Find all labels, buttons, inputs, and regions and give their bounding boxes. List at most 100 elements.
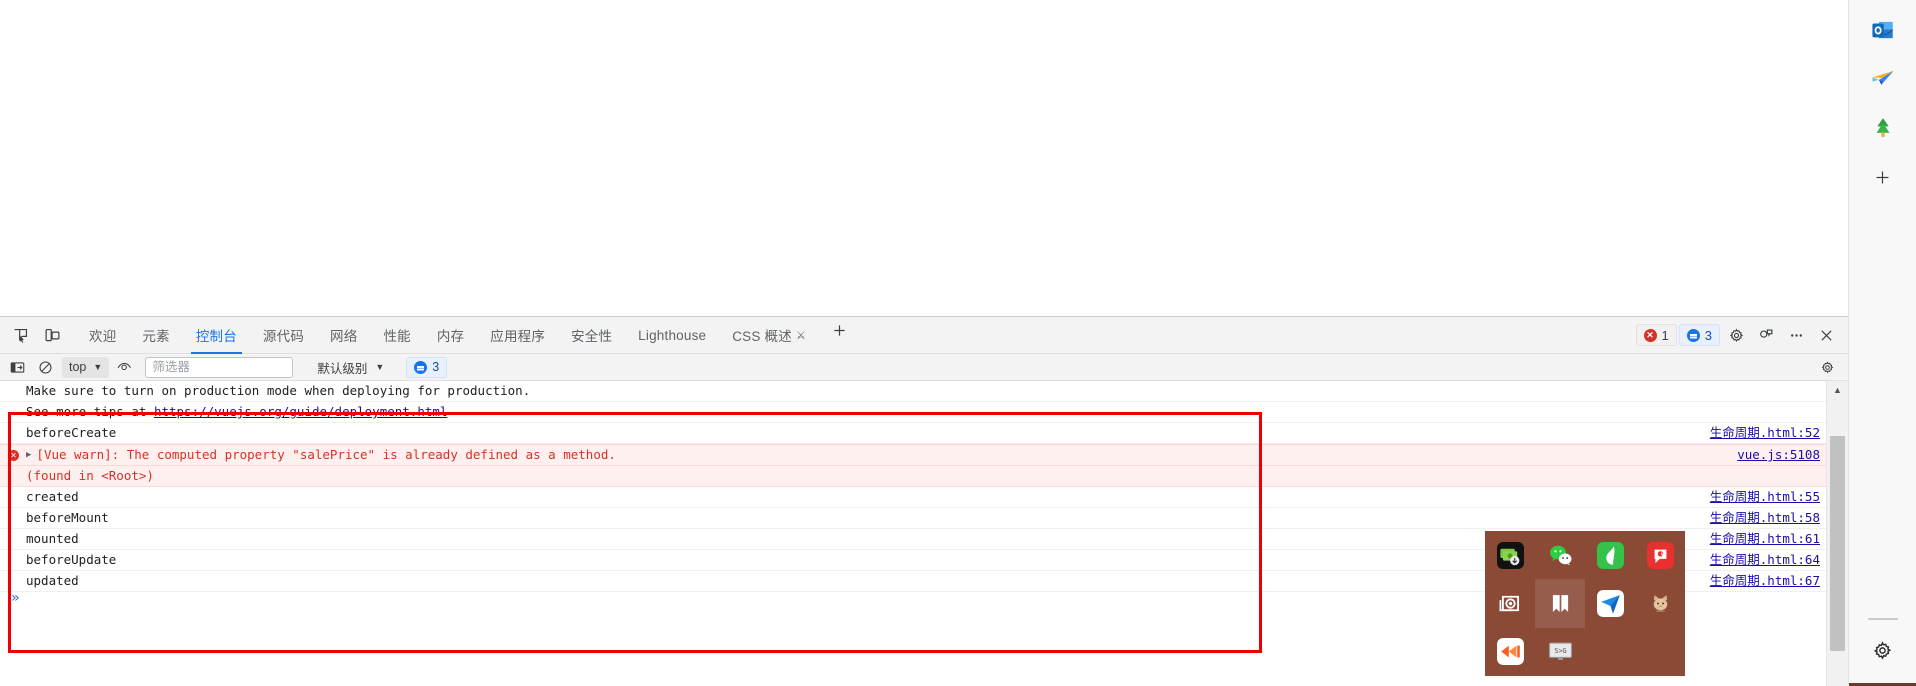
execution-context-value: top — [69, 360, 87, 374]
execution-context-select[interactable]: top ▼ — [62, 356, 110, 378]
log-source-link[interactable]: 生命周期.html:55 — [1710, 487, 1820, 507]
camera-icon — [1499, 595, 1519, 612]
dock-app-red-chat[interactable] — [1635, 531, 1685, 579]
log-row[interactable]: Make sure to turn on production mode whe… — [0, 381, 1826, 402]
sidebar-item-add[interactable] — [1863, 157, 1903, 197]
console-sidebar-icon[interactable] — [4, 356, 30, 378]
page-viewport — [0, 0, 1848, 316]
log-source-link[interactable]: vue.js:5108 — [1737, 445, 1820, 465]
scrollbar-thumb[interactable] — [1830, 436, 1845, 651]
log-message: beforeCreate — [26, 425, 117, 440]
console-toolbar: top ▼ 默认级别 ▼ 3 — [0, 354, 1848, 381]
dock-app-money-download[interactable] — [1485, 531, 1535, 579]
dock-app-bookmark[interactable] — [1535, 579, 1585, 628]
close-icon[interactable] — [1812, 321, 1840, 349]
log-row-warning[interactable]: ✕ ▶ [Vue warn]: The computed property "sa… — [0, 444, 1826, 466]
log-source-link[interactable]: 生命周期.html:58 — [1710, 508, 1820, 528]
tab-console[interactable]: 控制台 — [183, 317, 250, 354]
add-panel-button[interactable] — [825, 317, 853, 345]
message-count-badge[interactable]: 3 — [1678, 324, 1720, 346]
tab-sources[interactable]: 源代码 — [250, 317, 317, 354]
console-filter-input[interactable] — [145, 356, 294, 378]
tab-security[interactable]: 安全性 — [558, 317, 625, 354]
tab-memory[interactable]: 内存 — [424, 317, 477, 354]
tab-performance[interactable]: 性能 — [370, 317, 423, 354]
sidebar-bottom-group — [1849, 618, 1916, 686]
log-message: created — [26, 489, 79, 504]
log-source-link[interactable]: 生命周期.html:52 — [1710, 423, 1820, 443]
tab-label: 元素 — [142, 329, 170, 344]
log-message: mounted — [26, 531, 79, 546]
tab-label: CSS 概述 — [732, 329, 792, 344]
green-leaf-icon — [1596, 541, 1624, 569]
log-level-label: 默认级别 — [317, 361, 368, 376]
chevron-down-icon: ▼ — [93, 362, 103, 372]
log-message: beforeMount — [26, 510, 109, 525]
message-dot-icon — [1686, 328, 1700, 342]
log-link[interactable]: https://vuejs.org/guide/deployment.html — [154, 402, 448, 422]
log-row[interactable]: beforeMount 生命周期.html:58 — [0, 508, 1826, 529]
log-row[interactable]: See more tips at https://vuejs.org/guide… — [0, 402, 1826, 423]
inspect-element-icon[interactable] — [5, 321, 35, 349]
bookmark-icon — [1552, 595, 1568, 612]
dock-app-media-player[interactable] — [1485, 628, 1535, 676]
error-marker-icon: ✕ — [8, 450, 19, 461]
dock-app-camera[interactable] — [1485, 579, 1535, 627]
cat-icon — [1653, 595, 1667, 612]
log-source-link[interactable]: 生命周期.html:67 — [1710, 571, 1820, 591]
log-message: (found in <Root>) — [26, 468, 154, 483]
sidebar-item-tree[interactable] — [1863, 108, 1903, 148]
gear-icon — [1873, 640, 1892, 660]
dock-app-wechat[interactable] — [1535, 531, 1585, 579]
log-row-warning-detail[interactable]: (found in <Root>) — [0, 466, 1826, 487]
sidebar-divider — [1867, 618, 1898, 620]
tab-label: 网络 — [330, 329, 358, 344]
log-level-select[interactable]: 默认级别 ▼ — [311, 357, 390, 378]
scroll-up-arrow-icon[interactable]: ▲ — [1827, 381, 1848, 398]
dock-app-green-leaf[interactable] — [1585, 531, 1635, 579]
sidebar-item-outlook[interactable] — [1863, 10, 1903, 50]
tab-welcome[interactable]: 欢迎 — [76, 317, 129, 354]
tab-application[interactable]: 应用程序 — [477, 317, 558, 354]
tab-network[interactable]: 网络 — [317, 317, 370, 354]
tab-elements[interactable]: 元素 — [129, 317, 182, 354]
gear-icon[interactable] — [1722, 321, 1750, 349]
console-scrollbar[interactable]: ▲ — [1826, 381, 1848, 686]
money-download-icon — [1496, 541, 1524, 569]
device-toolbar-icon[interactable] — [37, 321, 67, 349]
error-count-label: 1 — [1661, 327, 1669, 343]
devtools-tabs: 欢迎 元素 控制台 源代码 网络 性能 内存 应用程序 安全性 Lighthou… — [76, 317, 853, 354]
more-options-icon[interactable] — [1782, 321, 1810, 349]
expand-triangle-icon[interactable]: ▶ — [26, 445, 31, 465]
log-message: [Vue warn]: The computed property "saleP… — [36, 447, 616, 462]
log-source-link[interactable]: 生命周期.html:61 — [1710, 529, 1820, 549]
outlook-icon — [1871, 21, 1893, 39]
console-toolbar-right — [1814, 356, 1844, 378]
floating-app-dock[interactable]: S>G — [1485, 531, 1685, 676]
media-player-icon — [1496, 638, 1524, 666]
screen: 欢迎 元素 控制台 源代码 网络 性能 内存 应用程序 安全性 Lighthou… — [0, 0, 1916, 686]
tab-label: Lighthouse — [638, 327, 707, 343]
log-row[interactable]: beforeCreate 生命周期.html:52 — [0, 423, 1826, 444]
message-count-label: 3 — [1704, 327, 1712, 343]
error-count-badge[interactable]: ✕ 1 — [1635, 324, 1677, 346]
sidebar-settings-button[interactable] — [1863, 630, 1903, 670]
paper-plane-icon — [1871, 70, 1894, 85]
log-source-link[interactable]: 生命周期.html:64 — [1710, 550, 1820, 570]
tab-css-overview[interactable]: CSS 概述 ⚔ — [719, 317, 819, 354]
tab-label: 性能 — [383, 329, 411, 344]
log-message: Make sure to turn on production mode whe… — [26, 383, 531, 398]
live-expression-icon[interactable] — [111, 356, 137, 378]
dock-app-cat[interactable] — [1635, 579, 1685, 627]
tab-lighthouse[interactable]: Lighthouse — [625, 317, 719, 354]
log-message: beforeUpdate — [26, 552, 117, 567]
log-row[interactable]: created 生命周期.html:55 — [0, 487, 1826, 508]
tab-label: 源代码 — [262, 329, 305, 344]
dock-app-svg-converter[interactable]: S>G — [1535, 628, 1585, 676]
console-settings-gear-icon[interactable] — [1814, 356, 1840, 378]
sidebar-item-paper-plane[interactable] — [1863, 59, 1903, 99]
clear-console-icon[interactable] — [32, 356, 58, 378]
dock-app-blue-arrow[interactable] — [1585, 579, 1635, 627]
dock-position-icon[interactable] — [1752, 321, 1780, 349]
console-message-chip[interactable]: 3 — [406, 356, 448, 378]
